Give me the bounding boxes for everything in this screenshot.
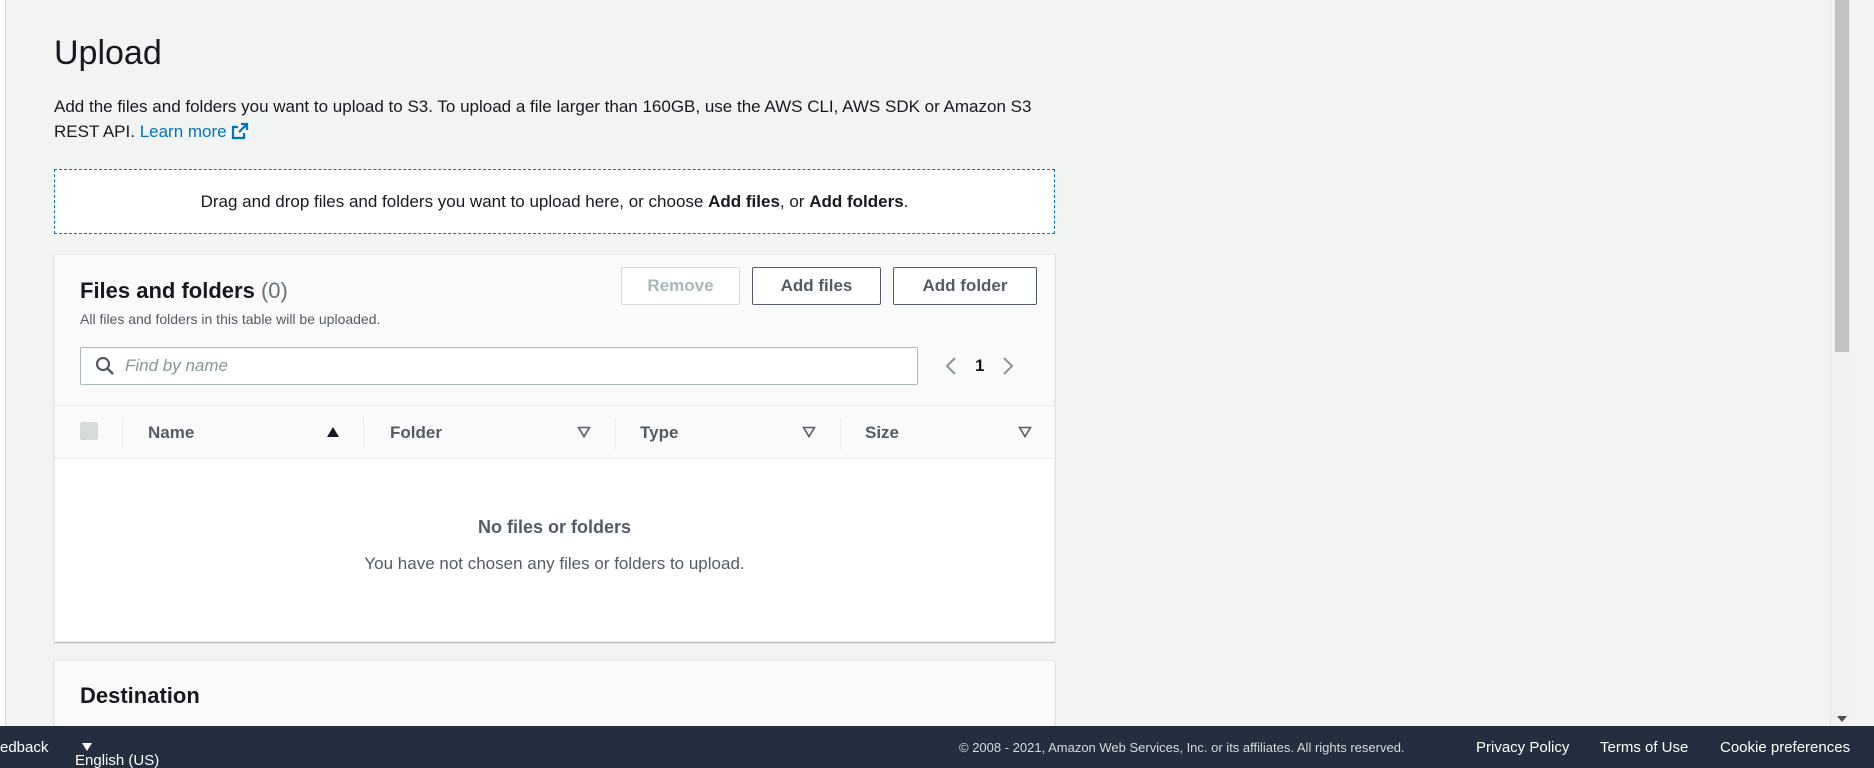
empty-state-description: You have not chosen any files or folders… [364, 554, 745, 573]
column-label-type: Type [640, 423, 679, 442]
column-separator [840, 417, 841, 449]
column-separator [122, 417, 123, 449]
files-and-folders-panel: Files and folders (0) All files and fold… [54, 254, 1055, 642]
dropzone-add-folders-text: Add folders [809, 191, 904, 211]
table-empty-state: No files or folders You have not chosen … [55, 459, 1054, 641]
caret-down-outline-icon[interactable] [802, 426, 816, 438]
caret-down-icon [82, 743, 92, 751]
add-files-button[interactable]: Add files [752, 267, 881, 305]
column-header-size[interactable]: Size [865, 406, 1025, 460]
panel-title: Files and folders (0) [80, 278, 288, 304]
search-box [80, 347, 918, 385]
search-icon [95, 356, 114, 375]
learn-more-label: Learn more [139, 122, 227, 141]
cookie-preferences-link[interactable]: Cookie preferences [1720, 739, 1850, 756]
remove-button[interactable]: Remove [621, 267, 740, 305]
chevron-right-icon[interactable] [996, 354, 1020, 378]
destination-title: Destination [80, 683, 200, 708]
language-selector[interactable]: English (US) [75, 739, 159, 768]
add-folder-button[interactable]: Add folder [893, 267, 1037, 305]
main-content-area: Upload Add the files and folders you wan… [0, 0, 1852, 726]
dropzone-add-files-text: Add files [708, 191, 780, 211]
side-navigation-edge [0, 0, 6, 726]
page-title: Upload [54, 34, 162, 72]
page-number[interactable]: 1 [975, 356, 984, 376]
scroll-down-arrow-icon[interactable] [1837, 716, 1847, 722]
scrollbar-thumb[interactable] [1835, 0, 1849, 352]
table-header: Name Folder Type Size [55, 405, 1054, 459]
dropzone-text-after: . [903, 191, 909, 211]
page-description: Add the files and folders you want to up… [54, 94, 1054, 144]
upload-page: Upload Add the files and folders you wan… [54, 0, 1055, 726]
external-link-icon [231, 122, 248, 140]
caret-down-outline-icon[interactable] [577, 426, 591, 438]
file-count: (0) [260, 278, 288, 303]
column-separator [363, 417, 364, 449]
learn-more-link[interactable]: Learn more [140, 122, 249, 141]
column-label-name: Name [148, 423, 195, 442]
panel-title-text: Files and folders [80, 278, 255, 303]
language-label: English (US) [75, 752, 160, 768]
panel-header: Files and folders (0) All files and fold… [55, 255, 1054, 405]
upload-dropzone[interactable]: Drag and drop files and folders you want… [54, 169, 1055, 234]
feedback-link[interactable]: edback [0, 739, 48, 756]
select-all-checkbox[interactable] [80, 422, 98, 440]
column-separator [615, 417, 616, 449]
terms-of-use-link[interactable]: Terms of Use [1600, 739, 1688, 756]
column-header-type[interactable]: Type [640, 406, 820, 460]
copyright-text: © 2008 - 2021, Amazon Web Services, Inc.… [959, 740, 1405, 755]
vertical-scrollbar[interactable] [1830, 0, 1852, 726]
caret-up-icon[interactable] [326, 426, 340, 438]
dropzone-text-before: Drag and drop files and folders you want… [200, 191, 709, 211]
dropzone-text-middle: , or [779, 191, 810, 211]
column-header-name[interactable]: Name [148, 406, 378, 460]
column-header-folder[interactable]: Folder [390, 406, 590, 460]
destination-panel: Destination [54, 660, 1055, 726]
column-label-size: Size [865, 423, 900, 442]
panel-subtitle: All files and folders in this table will… [80, 311, 381, 327]
empty-state-title: No files or folders [477, 517, 632, 537]
pagination: 1 [939, 347, 1020, 385]
footer: edback English (US) © 2008 - 2021, Amazo… [0, 726, 1874, 768]
dropzone-text: Drag and drop files and folders you want… [201, 192, 909, 212]
privacy-policy-link[interactable]: Privacy Policy [1476, 739, 1569, 756]
chevron-left-icon[interactable] [939, 354, 963, 378]
caret-down-outline-icon[interactable] [1018, 426, 1032, 438]
search-input[interactable] [125, 356, 905, 376]
column-label-folder: Folder [390, 423, 442, 442]
